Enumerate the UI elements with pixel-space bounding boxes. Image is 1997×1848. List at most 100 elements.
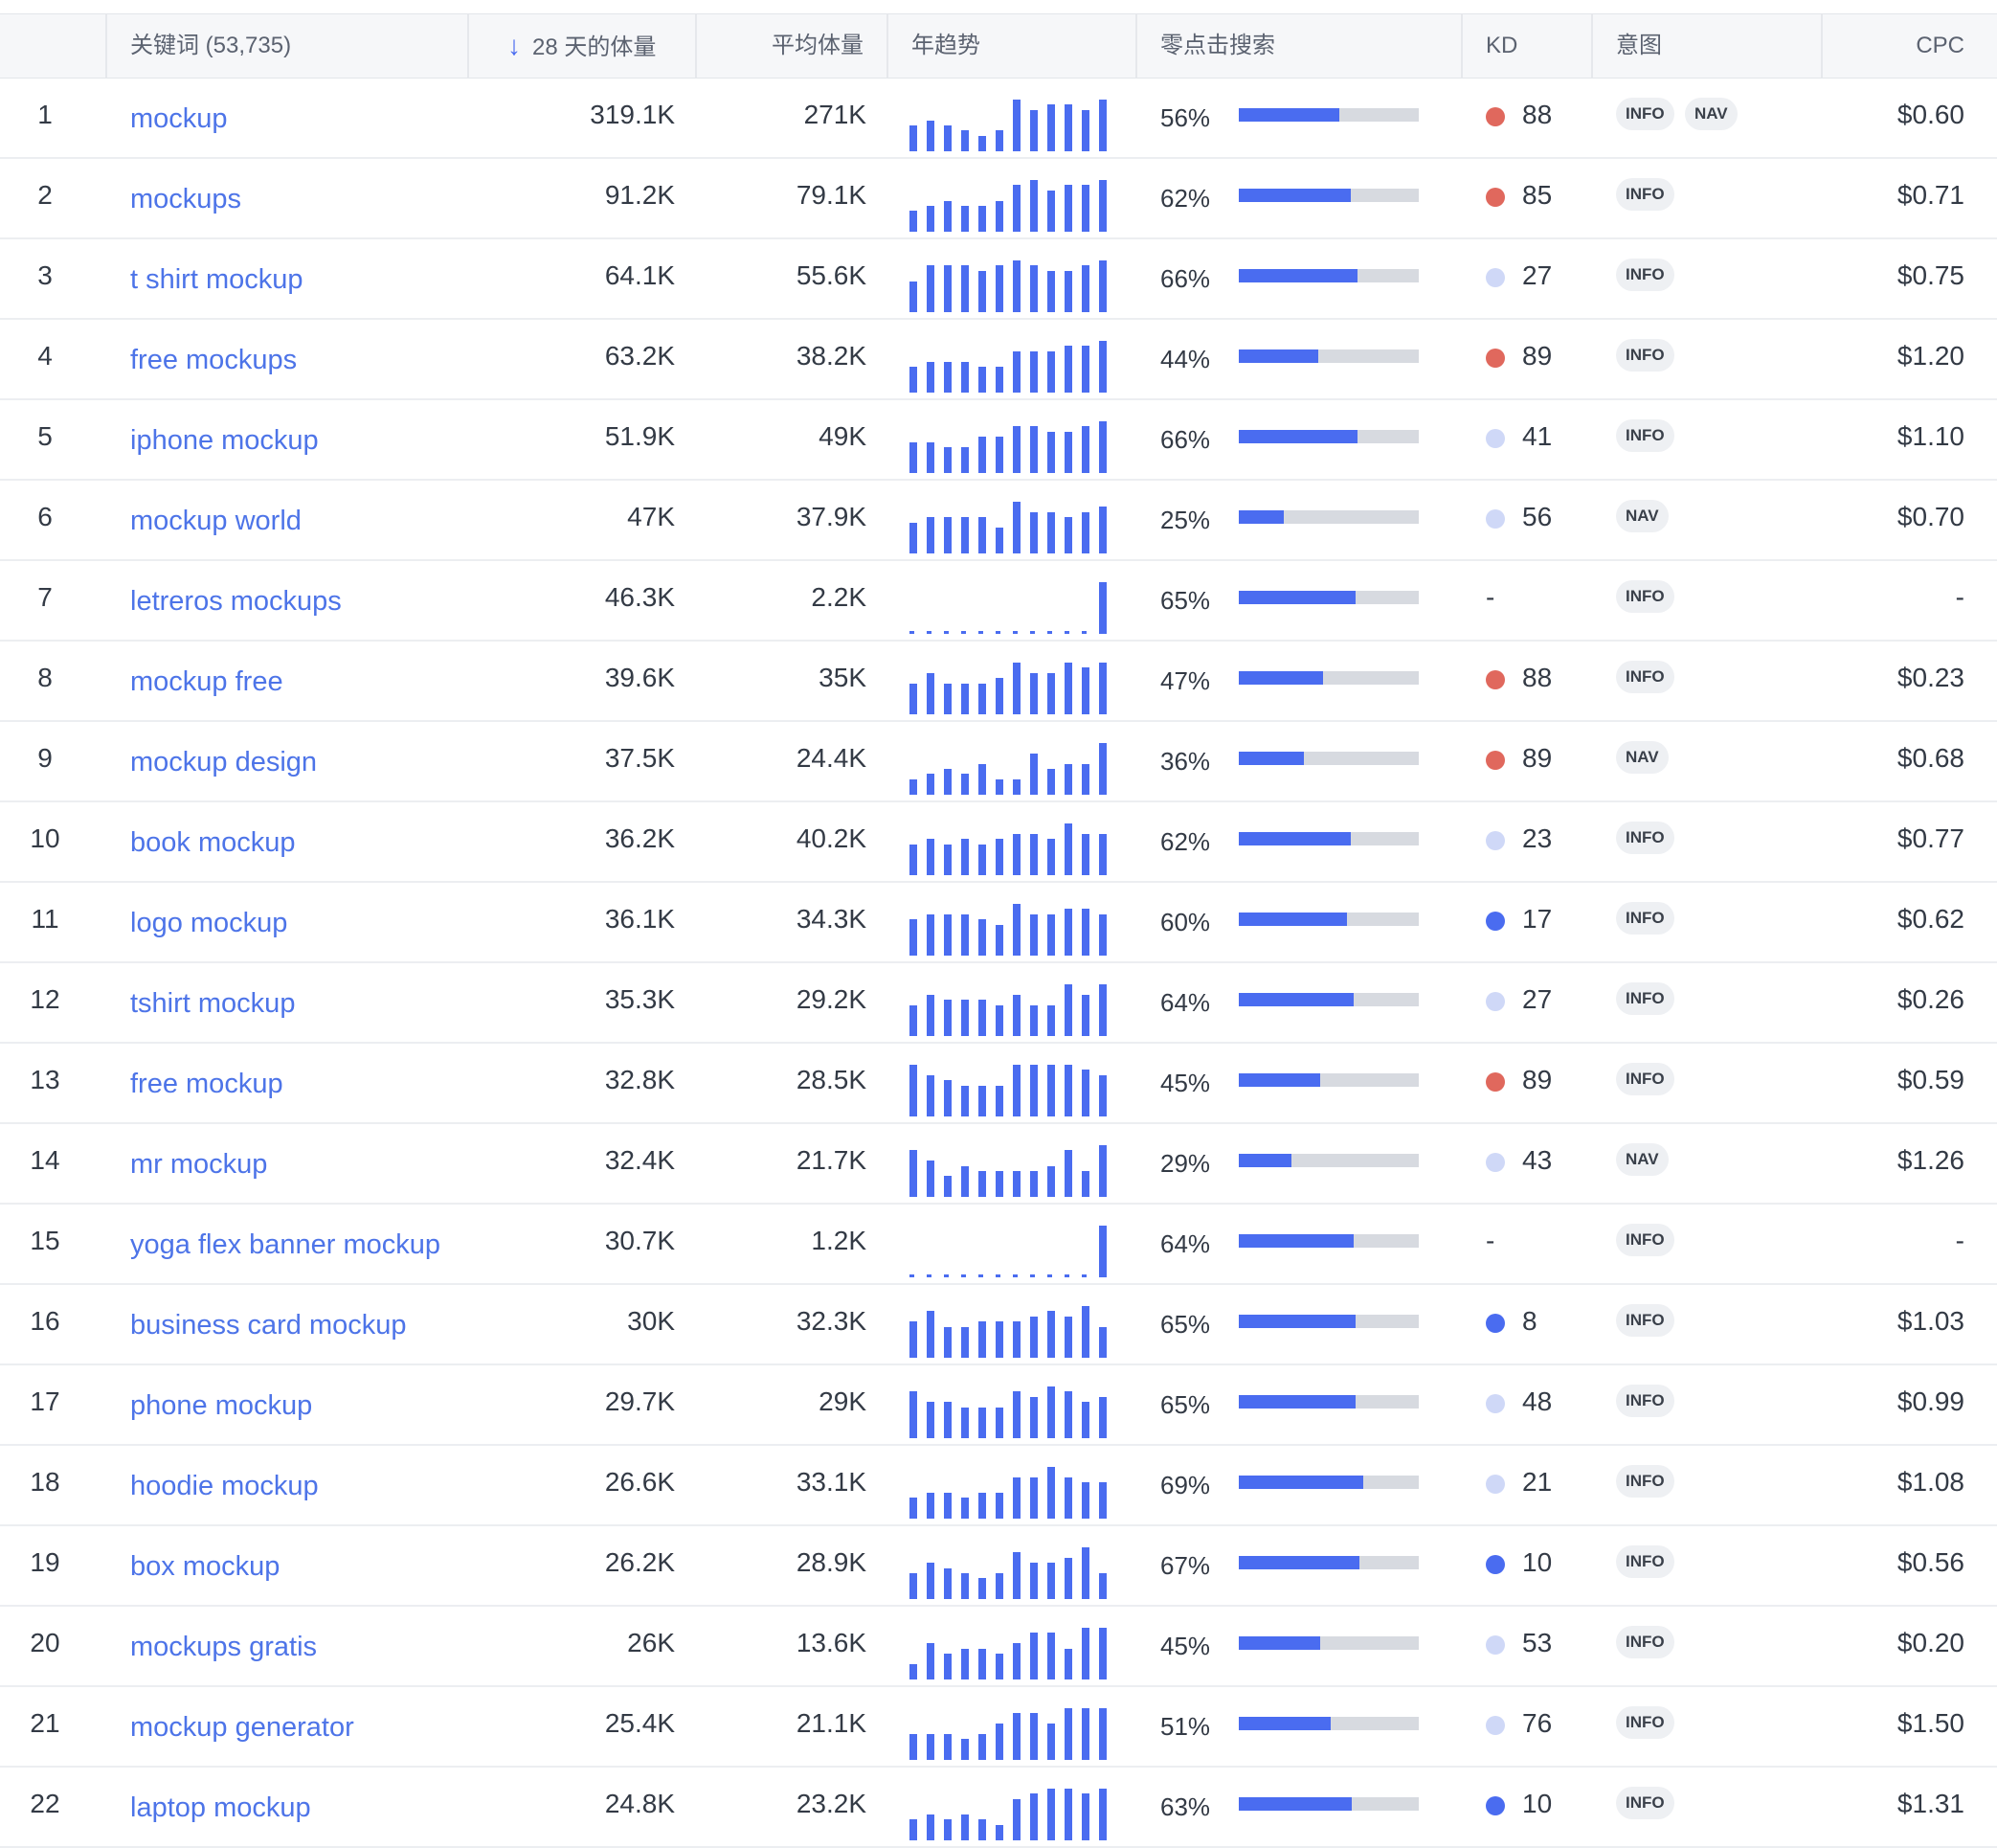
trend-sparkline: [909, 259, 1111, 312]
zero-click-percent: 64%: [1160, 1229, 1211, 1258]
trend-bar: [1047, 1633, 1055, 1679]
header-keyword[interactable]: 关键词 (53,735): [130, 14, 291, 78]
keyword-link[interactable]: laptop mockup: [130, 1792, 311, 1824]
keyword-link[interactable]: t shirt mockup: [130, 264, 303, 296]
table-row[interactable]: 15 yoga flex banner mockup 30.7K 1.2K 64% - IN…: [0, 1205, 1997, 1285]
trend-bar: [978, 764, 986, 795]
avg-volume-value: 55.6K: [796, 260, 866, 290]
trend-bar: [944, 362, 952, 393]
trend-bar: [944, 1402, 952, 1438]
trend-dash: [909, 1274, 914, 1277]
table-row[interactable]: 9 mockup design 37.5K 24.4K 36% 89 NAV $0.68: [0, 722, 1997, 802]
header-trend[interactable]: 年趋势: [911, 14, 980, 78]
keyword-link[interactable]: hoodie mockup: [130, 1471, 319, 1502]
keyword-link[interactable]: mockup world: [130, 506, 302, 537]
trend-bar: [961, 774, 969, 795]
trend-bar: [1030, 914, 1038, 956]
table-row[interactable]: 4 free mockups 63.2K 38.2K 44% 89 INFO $1.20: [0, 320, 1997, 400]
keyword-link[interactable]: business card mockup: [130, 1310, 407, 1341]
avg-volume-value: 28.5K: [796, 1065, 866, 1094]
kd-value: 85: [1522, 180, 1553, 210]
trend-bar: [1047, 1166, 1055, 1197]
header-avg-volume[interactable]: 平均体量: [772, 14, 864, 78]
trend-sparkline: [909, 1465, 1111, 1519]
kd-value: 10: [1522, 1547, 1553, 1577]
keyword-link[interactable]: mockup design: [130, 747, 317, 778]
keyword-link[interactable]: free mockup: [130, 1069, 283, 1100]
table-row[interactable]: 19 box mockup 26.2K 28.9K 67% 10 INFO $0.56: [0, 1526, 1997, 1607]
keyword-link[interactable]: mockup free: [130, 666, 283, 698]
trend-bar: [1082, 1793, 1089, 1840]
zero-click-bar-fill: [1239, 913, 1347, 926]
trend-dash: [1047, 631, 1052, 634]
trend-bar: [1047, 1386, 1055, 1438]
trend-bar: [961, 447, 969, 473]
keyword-link[interactable]: logo mockup: [130, 908, 287, 939]
keyword-link[interactable]: mockups gratis: [130, 1632, 317, 1663]
trend-bar: [1065, 271, 1072, 312]
trend-bar: [909, 1734, 917, 1760]
trend-bar: [1065, 984, 1072, 1036]
table-row[interactable]: 7 letreros mockups 46.3K 2.2K 65% - INFO -: [0, 561, 1997, 642]
trend-bar: [1030, 426, 1038, 473]
trend-bar: [1013, 1799, 1021, 1840]
table-row[interactable]: 22 laptop mockup 24.8K 23.2K 63% 10 INFO $1.31: [0, 1768, 1997, 1848]
keyword-link[interactable]: yoga flex banner mockup: [130, 1229, 440, 1261]
zero-click-bar-fill: [1239, 1073, 1320, 1087]
table-row[interactable]: 10 book mockup 36.2K 40.2K 62% 23 INFO $0.77: [0, 802, 1997, 883]
trend-bar: [927, 121, 934, 151]
table-row[interactable]: 8 mockup free 39.6K 35K 47% 88 INFO $0.23: [0, 642, 1997, 722]
keyword-link[interactable]: free mockups: [130, 345, 297, 376]
kd-dot-icon: [1486, 670, 1505, 689]
trend-bar: [1030, 1065, 1038, 1116]
intent-badge: INFO: [1616, 982, 1674, 1015]
keyword-link[interactable]: letreros mockups: [130, 586, 342, 618]
trend-bar: [978, 845, 986, 875]
table-row[interactable]: 14 mr mockup 32.4K 21.7K 29% 43 NAV $1.26: [0, 1124, 1997, 1205]
trend-bar: [1099, 421, 1107, 473]
header-zero-click[interactable]: 零点击搜索: [1160, 14, 1275, 78]
keyword-link[interactable]: book mockup: [130, 827, 296, 859]
table-row[interactable]: 6 mockup world 47K 37.9K 25% 56 NAV $0.70: [0, 481, 1997, 561]
table-row[interactable]: 17 phone mockup 29.7K 29K 65% 48 INFO $0.99: [0, 1365, 1997, 1446]
keyword-link[interactable]: phone mockup: [130, 1390, 312, 1422]
keyword-link[interactable]: iphone mockup: [130, 425, 319, 457]
table-row[interactable]: 21 mockup generator 25.4K 21.1K 51% 76 INFO $1.…: [0, 1687, 1997, 1768]
trend-bar: [927, 1402, 934, 1438]
zero-click-percent: 69%: [1160, 1471, 1211, 1499]
trend-bar: [1047, 432, 1055, 473]
keyword-link[interactable]: mockup: [130, 103, 228, 135]
trend-bar: [944, 769, 952, 795]
table-row[interactable]: 11 logo mockup 36.1K 34.3K 60% 17 INFO $0.62: [0, 883, 1997, 963]
keyword-link[interactable]: tshirt mockup: [130, 988, 295, 1020]
column-divider: [1135, 14, 1137, 78]
keyword-link[interactable]: mockups: [130, 184, 241, 215]
header-cpc[interactable]: CPC: [1800, 14, 1964, 78]
table-row[interactable]: 5 iphone mockup 51.9K 49K 66% 41 INFO $1.10: [0, 400, 1997, 481]
table-row[interactable]: 12 tshirt mockup 35.3K 29.2K 64% 27 INFO $0.26: [0, 963, 1997, 1044]
keyword-link[interactable]: mockup generator: [130, 1712, 354, 1744]
header-volume-sort[interactable]: ↓ 28 天的体量: [507, 14, 656, 78]
table-row[interactable]: 18 hoodie mockup 26.6K 33.1K 69% 21 INFO $1.08: [0, 1446, 1997, 1526]
keyword-link[interactable]: box mockup: [130, 1551, 280, 1583]
trend-bar: [1047, 914, 1055, 956]
table-row[interactable]: 1 mockup 319.1K 271K 56% 88 INFO NAV $0.60: [0, 79, 1997, 159]
trend-bar: [1013, 1713, 1021, 1760]
header-intent[interactable]: 意图: [1616, 14, 1662, 78]
table-row[interactable]: 3 t shirt mockup 64.1K 55.6K 66% 27 INFO $0.75: [0, 239, 1997, 320]
table-row[interactable]: 16 business card mockup 30K 32.3K 65% 8 INFO $1…: [0, 1285, 1997, 1365]
trend-bar: [1099, 1075, 1107, 1116]
column-divider: [1461, 14, 1463, 78]
table-row[interactable]: 2 mockups 91.2K 79.1K 62% 85 INFO $0.71: [0, 159, 1997, 239]
table-row[interactable]: 20 mockups gratis 26K 13.6K 45% 53 INFO $0.20: [0, 1607, 1997, 1687]
trend-bar: [1065, 1708, 1072, 1760]
trend-sparkline: [909, 98, 1111, 151]
trend-bar: [961, 130, 969, 151]
row-number: 7: [37, 582, 53, 612]
cpc-value: $0.56: [1896, 1547, 1964, 1577]
table-row[interactable]: 13 free mockup 32.8K 28.5K 45% 89 INFO $0.59: [0, 1044, 1997, 1124]
trend-bar: [1013, 995, 1021, 1036]
header-kd[interactable]: KD: [1486, 14, 1517, 78]
keyword-link[interactable]: mr mockup: [130, 1149, 267, 1181]
volume-value: 32.4K: [604, 1145, 675, 1175]
